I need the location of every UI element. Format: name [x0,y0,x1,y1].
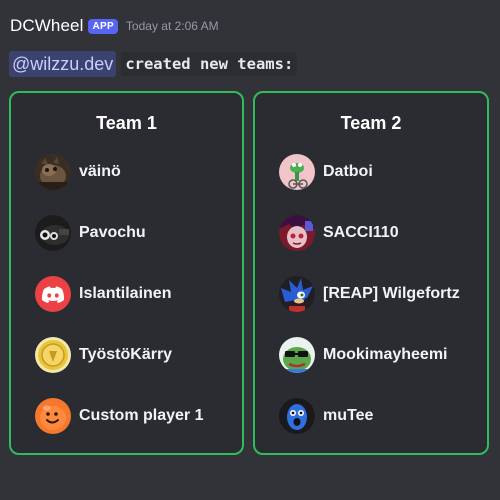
player-name: muTee [323,407,374,424]
user-mention[interactable]: @wilzzu.dev [9,50,117,77]
player-item: Datboi [279,154,373,190]
player-name: Mookimayheemi [323,346,448,363]
player-item: Custom player 1 [35,398,203,434]
coin-avatar-icon [35,337,71,373]
player-item: TyöstöKärry [35,337,172,373]
team-card-1: Team 1 väinö Pavochu Islantilainen Työst… [9,91,244,455]
blue-creature-avatar-icon [279,398,315,434]
player-name: TyöstöKärry [79,346,173,363]
player-name: väinö [79,163,121,180]
player-item: SACCI110 [279,215,399,251]
player-name: Custom player 1 [79,407,204,424]
pepe-avatar-icon [279,337,315,373]
player-item: väinö [35,154,121,190]
player-item: muTee [279,398,373,434]
team-card-2: Team 2 Datboi SACCI110 [REAP] Wilgefortz… [253,91,489,455]
bot-username[interactable]: DCWheel [10,16,83,36]
inline-code-text: created new teams: [121,51,298,76]
message-header: DCWheel APP Today at 2:06 AM [10,15,219,37]
message-timestamp: Today at 2:06 AM [125,19,219,33]
player-name: Pavochu [79,224,146,241]
discord-logo-icon [35,276,71,312]
message-content: @wilzzu.dev created new teams: [9,50,298,77]
player-item: [REAP] Wilgefortz [279,276,460,312]
player-name: Islantilainen [79,285,172,302]
player-name: Datboi [323,163,373,180]
app-badge: APP [88,18,118,34]
team-title: Team 1 [96,113,157,133]
team-title: Team 2 [340,113,402,133]
anime-avatar-icon [279,215,315,251]
cat-avatar-icon [35,154,71,190]
player-name: SACCI110 [323,224,399,241]
frog-avatar-icon [279,154,315,190]
animal-avatar-icon [35,215,71,251]
smiley-avatar-icon [35,398,71,434]
player-name: [REAP] Wilgefortz [323,285,460,302]
player-item: Islantilainen [35,276,171,312]
player-item: Mookimayheemi [279,337,447,373]
player-item: Pavochu [35,215,146,251]
hedgehog-avatar-icon [279,276,315,312]
